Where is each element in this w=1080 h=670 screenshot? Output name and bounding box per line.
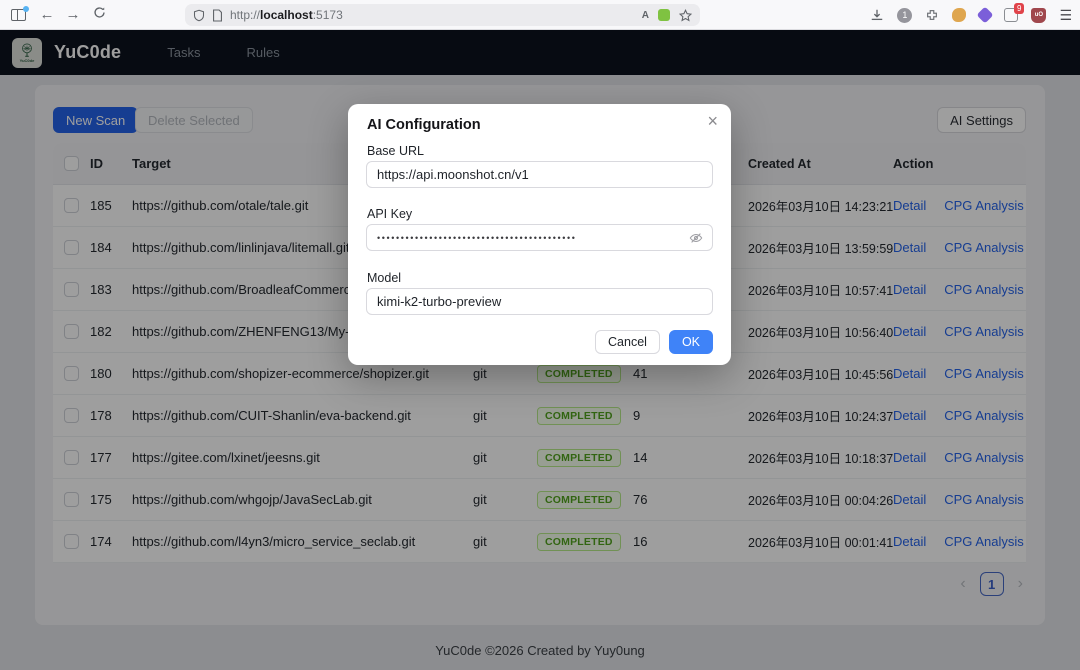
green-extension-icon[interactable]	[658, 9, 670, 21]
sidebar-toggle-icon[interactable]	[11, 9, 26, 21]
model-input[interactable]: kimi-k2-turbo-preview	[366, 288, 713, 315]
ublock-icon[interactable]: uO	[1031, 8, 1046, 23]
extension-puzzle-icon[interactable]	[925, 8, 939, 22]
reload-icon[interactable]	[86, 6, 112, 23]
tampermonkey-icon[interactable]	[952, 8, 966, 22]
eye-invisible-icon[interactable]	[689, 231, 703, 248]
page-icon	[212, 9, 223, 22]
notification-badge: 9	[1014, 3, 1024, 14]
gem-extension-icon[interactable]	[977, 7, 994, 24]
browser-chrome: ← → http://localhost:5173 A 1 9 uO ☰	[0, 0, 1080, 30]
close-icon[interactable]: ×	[707, 112, 718, 130]
modal-title: AI Configuration	[367, 117, 481, 133]
notifier-extension-icon[interactable]: 9	[1004, 8, 1018, 22]
ok-button[interactable]: OK	[669, 330, 713, 354]
ai-configuration-modal: AI Configuration × Base URL https://api.…	[348, 104, 731, 365]
base-url-label: Base URL	[367, 144, 424, 158]
cancel-button[interactable]: Cancel	[595, 330, 660, 354]
model-label: Model	[367, 271, 401, 285]
translate-icon[interactable]: A	[642, 10, 649, 21]
forward-icon[interactable]: →	[60, 6, 86, 23]
shield-icon	[193, 9, 205, 22]
download-icon[interactable]	[870, 8, 884, 22]
url-text: http://localhost:5173	[230, 8, 642, 22]
api-key-input[interactable]: ••••••••••••••••••••••••••••••••••••••••…	[366, 224, 713, 251]
url-bar[interactable]: http://localhost:5173 A	[185, 4, 700, 26]
menu-icon[interactable]: ☰	[1059, 7, 1072, 24]
container-tab-icon[interactable]: 1	[897, 8, 912, 23]
back-icon[interactable]: ←	[34, 6, 60, 23]
base-url-input[interactable]: https://api.moonshot.cn/v1	[366, 161, 713, 188]
api-key-label: API Key	[367, 207, 412, 221]
bookmark-star-icon[interactable]	[679, 9, 692, 22]
